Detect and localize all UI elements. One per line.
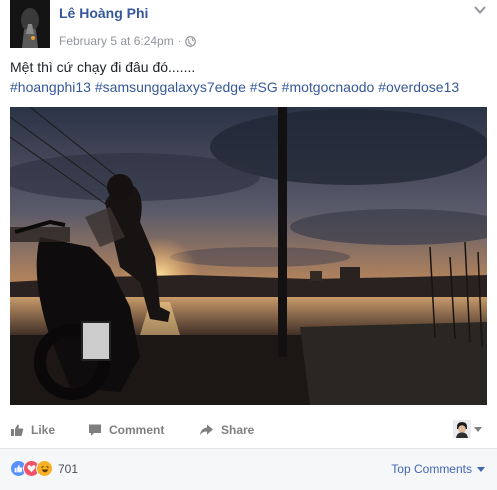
post-photo[interactable] [10,107,487,405]
post-header: Lê Hoàng Phi February 5 at 6:24pm · [10,0,487,52]
hashtag-link[interactable]: #overdose13 [378,79,459,95]
reaction-count[interactable]: 701 [58,462,78,476]
like-label: Like [31,423,56,437]
avatar-image [10,0,50,48]
comment-label: Comment [109,423,165,437]
sunset-motorbike-photo [10,107,487,405]
meta-separator: · [177,35,182,47]
laughing-face-icon [40,465,49,472]
like-button[interactable]: Like [10,423,55,437]
heart-icon [27,465,36,473]
hashtag-link[interactable]: #samsunggalaxys7edge [95,79,246,95]
thumbs-up-icon [14,464,23,473]
post-timestamp[interactable]: February 5 at 6:24pm [59,34,174,48]
share-button[interactable]: Share [199,423,254,437]
hashtag-link[interactable]: #SG [250,79,278,95]
caret-down-icon[interactable] [474,427,482,432]
viewer-avatar-image [453,420,471,438]
hashtag-link[interactable]: #motgocnaodo [282,79,375,95]
comment-sort-dropdown[interactable]: Top Comments [391,462,485,476]
chevron-down-icon[interactable] [473,5,487,15]
thumbs-up-icon [11,424,24,436]
comment-bubble-icon [89,424,101,436]
hashtag-link[interactable]: #hoangphi13 [10,79,91,95]
share-arrow-icon [200,424,213,436]
reactions-bar: 701 Top Comments [0,454,497,490]
haha-reaction-icon [36,460,53,477]
reaction-summary[interactable]: 701 [10,460,78,477]
post-actions: Like Comment Share [10,418,487,448]
post-meta: February 5 at 6:24pm · [59,34,196,48]
viewer-avatar[interactable] [453,420,471,438]
share-label: Share [221,423,255,437]
comment-button[interactable]: Comment [88,423,164,437]
post-text: Mệt thì cứ chạy đi đâu đó....... [10,59,196,75]
caret-down-icon [477,466,485,472]
author-avatar[interactable] [10,0,50,48]
globe-icon[interactable] [185,35,196,47]
author-name[interactable]: Lê Hoàng Phi [59,5,148,21]
comment-sort-label: Top Comments [391,462,472,476]
hashtag-list: #hoangphi13 #samsunggalaxys7edge #SG #mo… [10,78,490,97]
